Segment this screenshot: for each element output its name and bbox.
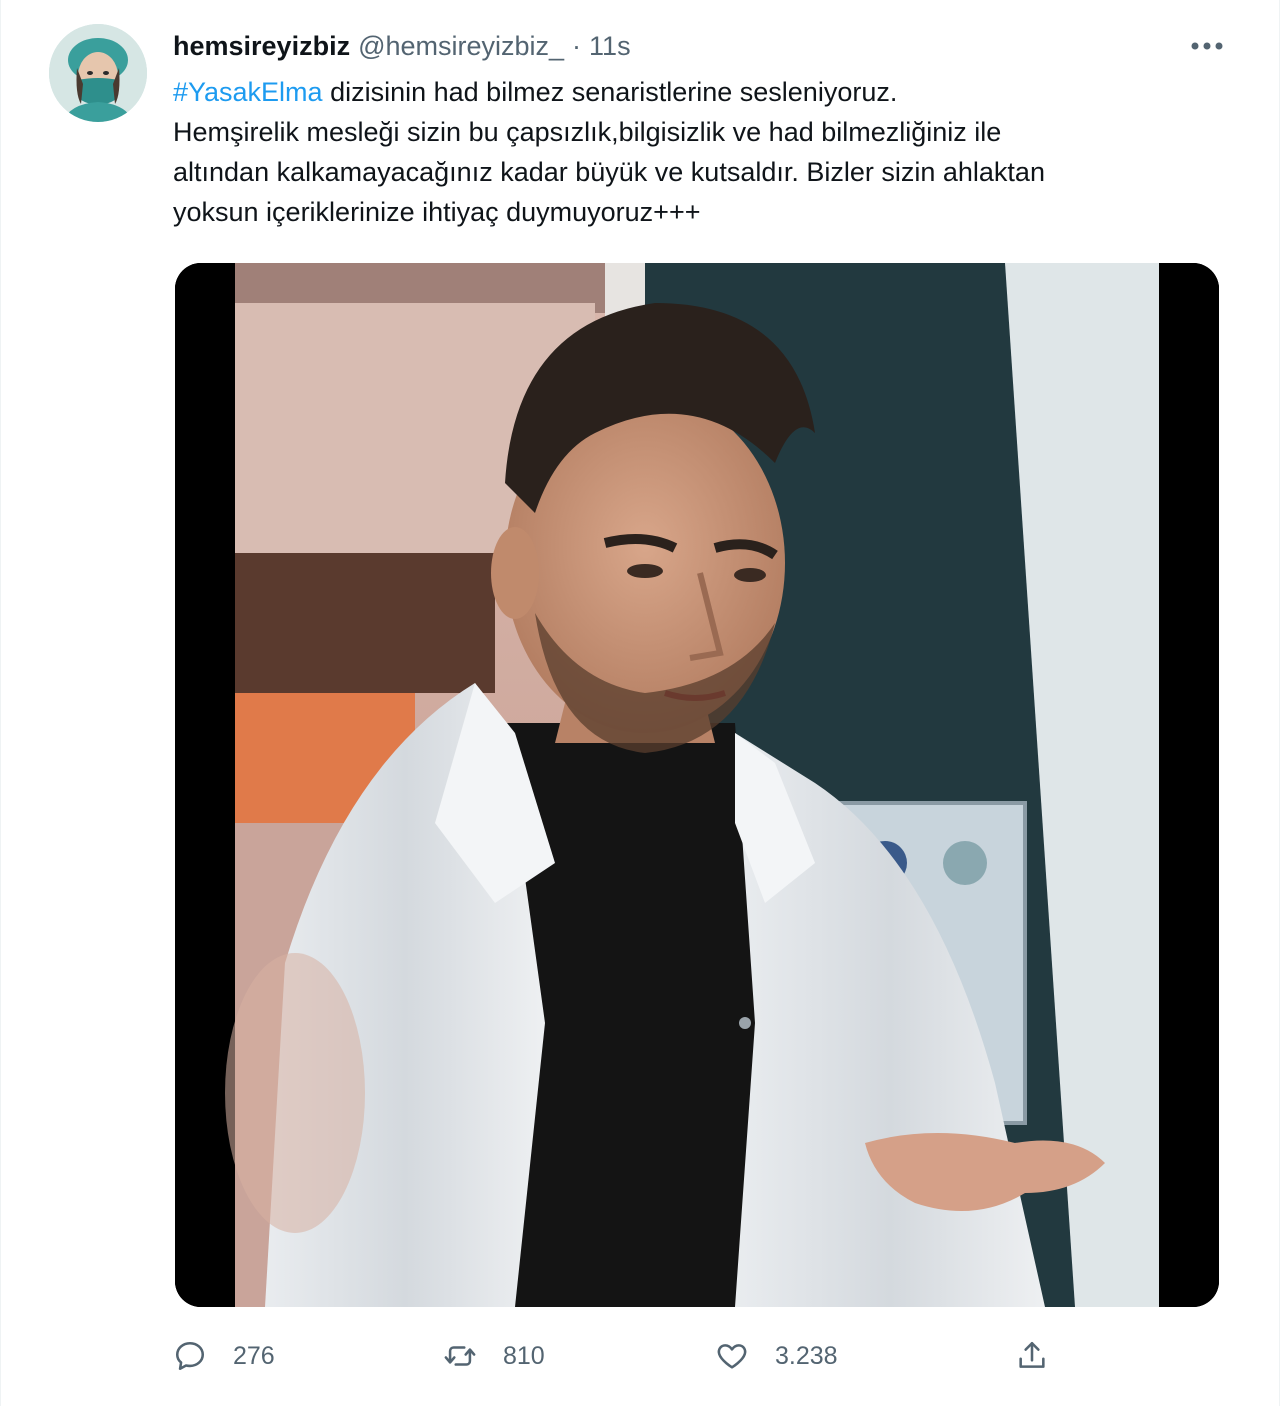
tweet-text-line-2: Hemşirelik mesleği sizin bu çapsızlık,bi… [173, 117, 1002, 147]
reply-count: 276 [233, 1341, 275, 1370]
tweet-text-line-3: altından kalkamayacağınız kadar büyük ve… [173, 157, 1045, 187]
like-count: 3.238 [775, 1341, 838, 1370]
tweet-header: hemsireyizbiz @hemsireyizbiz_ · 11s [173, 28, 631, 64]
tweet-text-line-4: yoksun içeriklerinize ihtiyaç duymuyoruz… [173, 197, 701, 227]
retweet-count: 810 [503, 1341, 545, 1370]
more-options-button[interactable] [1187, 28, 1227, 64]
tweet-actions: 276 810 3.238 [173, 1330, 1073, 1382]
reply-button[interactable]: 276 [173, 1330, 275, 1382]
share-icon [1019, 1341, 1045, 1368]
avatar[interactable] [49, 24, 147, 122]
tweet-text-line-1-rest: dizisinin had bilmez senaristlerine sesl… [322, 77, 898, 107]
tweet-media-video[interactable] [175, 263, 1219, 1307]
like-button[interactable]: 3.238 [715, 1330, 838, 1382]
separator-dot: · [572, 30, 582, 61]
tweet-card: hemsireyizbiz @hemsireyizbiz_ · 11s #Yas… [0, 0, 1280, 1406]
heart-icon [717, 1344, 747, 1369]
video-frame-image [175, 263, 1219, 1307]
more-dots-icon [1191, 42, 1223, 50]
user-handle[interactable]: @hemsireyizbiz_ [358, 31, 564, 62]
hashtag-link[interactable]: #YasakElma [173, 77, 323, 107]
tweet-text-line-1: #YasakElma dizisinin had bilmez senarist… [173, 72, 1223, 112]
nurse-avatar-icon [49, 24, 147, 122]
retweet-button[interactable]: 810 [443, 1330, 545, 1382]
share-button[interactable] [1015, 1330, 1049, 1382]
tweet-timestamp[interactable]: 11s [589, 31, 631, 62]
retweet-icon [444, 1346, 476, 1366]
tweet-text: #YasakElma dizisinin had bilmez senarist… [173, 72, 1223, 232]
reply-icon [175, 1341, 205, 1371]
display-name[interactable]: hemsireyizbiz [173, 31, 350, 62]
